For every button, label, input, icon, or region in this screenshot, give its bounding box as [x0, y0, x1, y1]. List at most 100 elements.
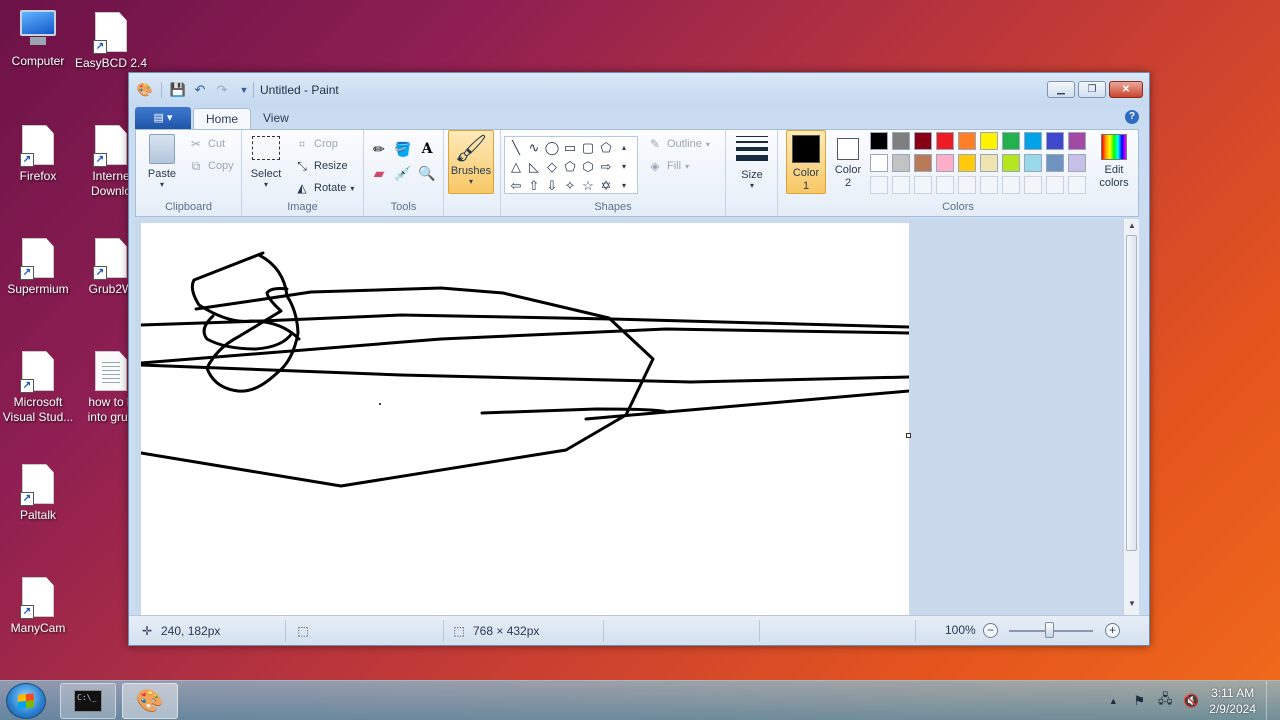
six-point-star-icon[interactable]: ✡	[597, 176, 615, 195]
right-triangle-shape-icon[interactable]: ◺	[525, 157, 543, 176]
rectangle-shape-icon[interactable]: ▭	[561, 138, 579, 157]
desktop-icon-supermium[interactable]: ↗ Supermium	[0, 238, 76, 297]
fill-bucket-icon[interactable]: 🪣	[392, 138, 414, 160]
taskbar-paint-button[interactable]: 🎨	[122, 683, 178, 719]
rounded-rectangle-shape-icon[interactable]: ▢	[579, 138, 597, 157]
scroll-up-arrow-icon[interactable]: ▲	[1124, 221, 1139, 235]
scroll-down-icon[interactable]: ▾	[615, 157, 633, 176]
up-arrow-shape-icon[interactable]: ⇧	[525, 176, 543, 195]
paint-window: 🎨 💾 ↶ ↷ ▼ Untitled - Paint ▁ ❐ ✕ ▤ ▾ Hom…	[128, 72, 1150, 646]
canvas-workarea: ▲ ▼	[135, 219, 1139, 615]
ribbon: Paste ▾ ✂ Cut ⧉ Copy Clipboard Select ▾ ⌗ C…	[135, 129, 1139, 217]
select-button[interactable]: Select ▾	[248, 134, 284, 189]
color-picker-icon[interactable]: 💉	[392, 162, 414, 184]
scroll-up-icon[interactable]: ▴	[615, 138, 633, 157]
desktop-icon-manycam[interactable]: ↗ ManyCam	[0, 577, 76, 636]
brush-icon: 🖌	[454, 133, 488, 163]
desktop-icon-label: EasyBCD 2.4	[74, 56, 148, 70]
left-arrow-shape-icon[interactable]: ⇦	[507, 176, 525, 195]
tools-group: ✏ 🪣 A ▰ 💉 🔍 Tools	[364, 130, 444, 216]
customize-qat-icon[interactable]: ▼	[236, 82, 252, 98]
scrollbar-thumb[interactable]	[1126, 235, 1137, 551]
desktop-icon-paltalk[interactable]: ↗ Paltalk	[0, 464, 76, 523]
shortcut-arrow-icon: ↗	[20, 605, 34, 619]
eraser-icon[interactable]: ▰	[368, 162, 390, 184]
desktop-icon-label: Microsoft	[13, 395, 63, 409]
canvas-resize-handle[interactable]	[906, 433, 911, 438]
magnifier-icon[interactable]: 🔍	[416, 162, 438, 184]
redo-icon[interactable]: ↷	[214, 82, 230, 98]
save-icon[interactable]: 💾	[170, 82, 186, 98]
shapes-gallery[interactable]: ╲ ∿ ◯ ▭ ▢ ⬠ ▴ △ ◺ ◇ ⬠ ⬡ ⇨ ▾ ⇦ ⇧ ⇩ ✧ ☆ ✡ …	[504, 136, 638, 194]
line-shape-icon[interactable]: ╲	[507, 138, 525, 157]
crop-button[interactable]: ⌗ Crop	[294, 136, 338, 152]
resize-button[interactable]: ⤡ Resize	[294, 158, 347, 174]
paint-palette-icon: 🎨	[136, 688, 164, 713]
clock[interactable]: 3:11 AM 2/9/2024	[1209, 685, 1256, 717]
group-label: Image	[287, 201, 318, 213]
desktop-icon-easybcd[interactable]: ↗ EasyBCD 2.4	[73, 12, 149, 71]
crop-icon: ⌗	[298, 136, 306, 151]
pentagon-shape-icon[interactable]: ⬠	[561, 157, 579, 176]
action-center-flag-icon[interactable]: ⚑	[1131, 693, 1147, 709]
network-icon[interactable]: 🖧	[1157, 691, 1173, 709]
paste-button[interactable]: Paste ▾	[142, 134, 182, 189]
desktop-icon-computer[interactable]: Computer	[0, 10, 76, 69]
polygon-shape-icon[interactable]: ⬠	[597, 138, 615, 157]
zoom-in-button[interactable]: +	[1105, 623, 1120, 638]
desktop-icon-firefox[interactable]: ↗ Firefox	[0, 125, 76, 184]
start-button[interactable]	[6, 683, 46, 719]
minimize-button[interactable]: ▁	[1047, 81, 1075, 98]
triangle-shape-icon[interactable]: △	[507, 157, 525, 176]
copy-button[interactable]: ⧉ Copy	[188, 158, 234, 174]
close-button[interactable]: ✕	[1109, 81, 1143, 98]
oval-shape-icon[interactable]: ◯	[543, 138, 561, 157]
shortcut-arrow-icon: ↗	[20, 379, 34, 393]
help-icon[interactable]: ?	[1125, 110, 1139, 124]
curve-shape-icon[interactable]: ∿	[525, 138, 543, 157]
clock-time: 3:11 AM	[1211, 686, 1255, 700]
zoom-level: 100%	[945, 623, 976, 637]
selection-size: ⬚	[295, 623, 311, 639]
pencil-icon[interactable]: ✏	[368, 138, 390, 160]
right-arrow-shape-icon[interactable]: ⇨	[597, 157, 615, 176]
system-tray: ▲ ⚑ 🖧 🔇 3:11 AM 2/9/2024	[1105, 685, 1256, 717]
maximize-button[interactable]: ❐	[1078, 81, 1106, 98]
down-arrow-shape-icon[interactable]: ⇩	[543, 176, 561, 195]
rotate-button[interactable]: ◭ Rotate ▾	[294, 180, 354, 196]
zoom-slider-thumb[interactable]	[1045, 622, 1054, 638]
shortcut-arrow-icon: ↗	[93, 266, 107, 280]
volume-muted-icon[interactable]: 🔇	[1183, 693, 1199, 709]
taskbar-cmd-button[interactable]: C:\_	[60, 683, 116, 719]
drawing-canvas[interactable]	[139, 223, 911, 615]
desktop-icon-label: ManyCam	[10, 621, 66, 635]
show-hidden-icons-icon[interactable]: ▲	[1105, 693, 1121, 709]
five-point-star-icon[interactable]: ☆	[579, 176, 597, 195]
vertical-scrollbar[interactable]: ▲ ▼	[1123, 219, 1139, 615]
expand-gallery-icon[interactable]: ▾	[615, 176, 633, 195]
brushes-button[interactable]: 🖌 Brushes ▾	[448, 130, 494, 194]
undo-icon[interactable]: ↶	[192, 82, 208, 98]
zoom-out-button[interactable]: −	[983, 623, 998, 638]
diamond-shape-icon[interactable]: ◇	[543, 157, 561, 176]
shortcut-arrow-icon: ↗	[93, 40, 107, 54]
cut-button[interactable]: ✂ Cut	[188, 136, 225, 152]
size-button[interactable]: Size ▾	[732, 134, 772, 190]
image-size-icon: ⬚	[453, 624, 465, 638]
hexagon-shape-icon[interactable]: ⬡	[579, 157, 597, 176]
group-label: Tools	[390, 201, 417, 213]
paste-icon	[149, 134, 175, 164]
show-desktop-button[interactable]	[1266, 681, 1280, 720]
title-bar[interactable]: 🎨 💾 ↶ ↷ ▼ Untitled - Paint ▁ ❐ ✕	[129, 73, 1149, 107]
four-point-star-icon[interactable]: ✧	[561, 176, 579, 195]
file-menu-button[interactable]: ▤ ▾	[135, 107, 191, 129]
status-bar: ✛ 240, 182px ⬚ ⬚ 768 × 432px 100% − +	[129, 615, 1149, 645]
paint-app-icon[interactable]: 🎨	[137, 82, 153, 98]
scroll-down-arrow-icon[interactable]: ▼	[1124, 599, 1139, 613]
tab-view[interactable]: View	[251, 108, 301, 129]
text-tool-icon[interactable]: A	[416, 138, 438, 160]
fill-button[interactable]: ◈ Fill ▾	[647, 158, 689, 174]
desktop-icon-visual-studio[interactable]: ↗ Microsoft Visual Stud...	[0, 351, 76, 425]
outline-button[interactable]: ✎ Outline ▾	[647, 136, 710, 152]
tab-home[interactable]: Home	[193, 108, 252, 129]
